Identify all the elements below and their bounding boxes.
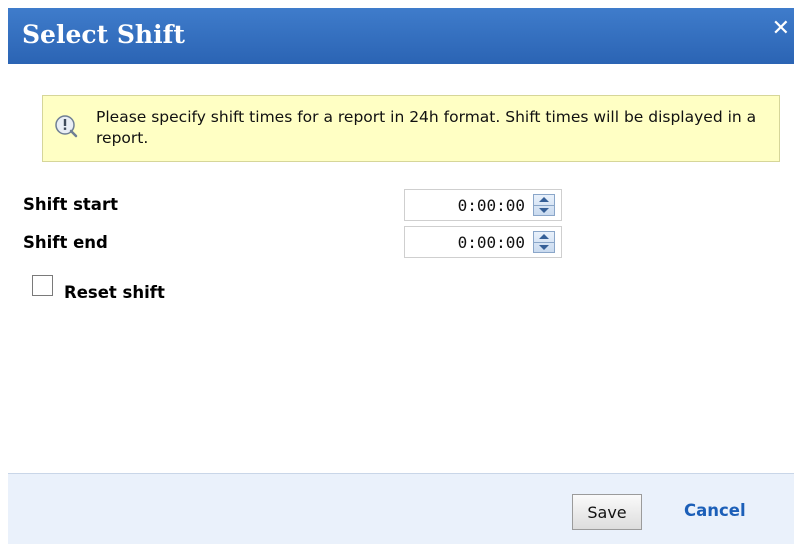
save-button[interactable]: Save [572,494,642,530]
dialog-title-bar: Select Shift ✕ [8,8,794,64]
shift-end-input[interactable] [405,227,527,257]
close-icon[interactable]: ✕ [772,16,790,41]
shift-end-label: Shift end [23,233,108,252]
arrow-down-icon [539,208,549,213]
shift-end-decrement-button[interactable] [534,242,554,252]
info-message-box: Please specify shift times for a report … [42,95,780,162]
select-shift-dialog: Select Shift ✕ Please specify shift time… [8,8,794,544]
arrow-up-icon [539,234,549,239]
shift-start-label: Shift start [23,195,118,214]
reset-shift-label[interactable]: Reset shift [64,283,165,302]
reset-shift-checkbox[interactable] [32,275,53,296]
dialog-footer: Save Cancel [8,473,794,544]
cancel-link[interactable]: Cancel [684,501,746,520]
info-message-text: Please specify shift times for a report … [96,108,757,147]
shift-start-decrement-button[interactable] [534,205,554,215]
shift-start-spinner[interactable] [404,189,562,221]
shift-end-spinner[interactable] [404,226,562,258]
shift-start-spin-buttons[interactable] [533,194,555,216]
info-icon [55,115,78,138]
shift-start-input[interactable] [405,190,527,220]
arrow-up-icon [539,197,549,202]
shift-end-spin-buttons[interactable] [533,231,555,253]
arrow-down-icon [539,245,549,250]
dialog-title: Select Shift [22,20,185,49]
